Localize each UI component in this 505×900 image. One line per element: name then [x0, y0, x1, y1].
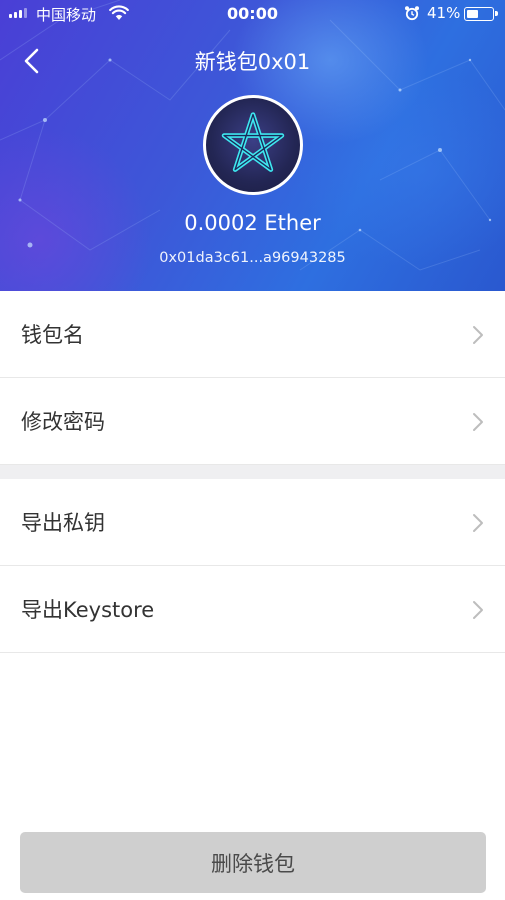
settings-group-2: 导出私钥 导出Keystore [0, 479, 505, 653]
settings-group-1: 钱包名 修改密码 [0, 291, 505, 465]
section-divider [0, 465, 505, 479]
menu-item-label: 导出Keystore [21, 598, 155, 622]
chevron-right-icon [473, 413, 483, 431]
chevron-right-icon [473, 326, 483, 344]
menu-item-wallet-name[interactable]: 钱包名 [0, 291, 505, 378]
status-bar: 中国移动 00:00 41% [0, 0, 505, 28]
battery-percent: 41% [427, 4, 461, 22]
menu-item-label: 修改密码 [21, 410, 105, 434]
battery-icon [464, 7, 498, 21]
wallet-avatar [203, 95, 303, 195]
menu-item-export-keystore[interactable]: 导出Keystore [0, 566, 505, 653]
page-title: 新钱包0x01 [194, 50, 311, 74]
pentagram-star-icon [221, 112, 285, 172]
wallet-address: 0x01da3c61...a96943285 [159, 250, 346, 266]
menu-item-label: 导出私钥 [21, 511, 105, 535]
wallet-header: 中国移动 00:00 41% 新钱包0x01 0.0002 Ether 0x01… [0, 0, 505, 291]
menu-item-export-private-key[interactable]: 导出私钥 [0, 479, 505, 566]
delete-wallet-button[interactable]: 删除钱包 [20, 832, 486, 893]
alarm-clock-icon [405, 6, 419, 21]
wallet-balance: 0.0002 Ether [184, 211, 321, 235]
chevron-right-icon [473, 601, 483, 619]
menu-item-change-password[interactable]: 修改密码 [0, 378, 505, 465]
menu-item-label: 钱包名 [21, 323, 84, 347]
chevron-right-icon [473, 514, 483, 532]
